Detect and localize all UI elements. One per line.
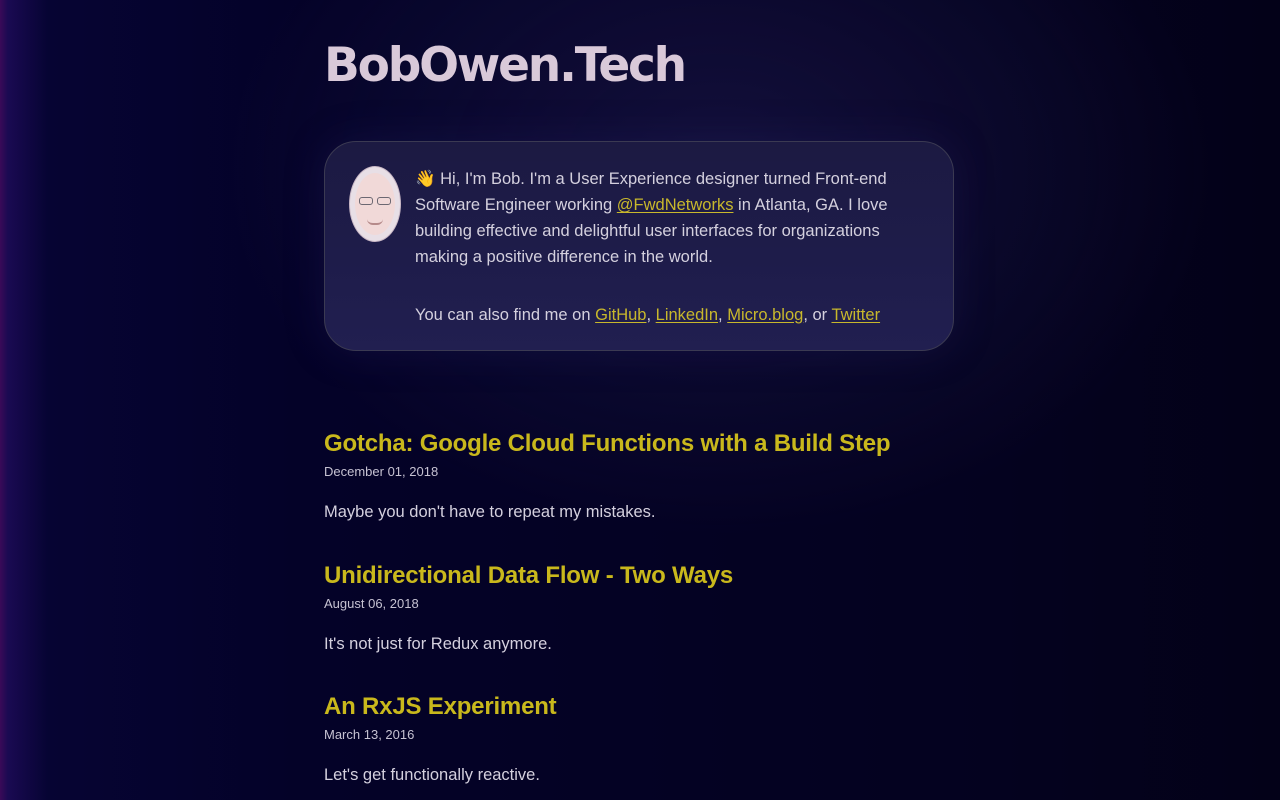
post-list: Gotcha: Google Cloud Functions with a Bu… [324,428,964,800]
post-summary: It's not just for Redux anymore. [324,634,552,653]
social-links: You can also find me on GitHub, LinkedIn… [415,302,937,328]
company-link[interactable]: @FwdNetworks [617,196,734,214]
post-title-link[interactable]: An RxJS Experiment [324,691,964,723]
glasses-right-lens [377,197,391,205]
post-item: Unidirectional Data Flow - Two Ways Augu… [324,560,964,692]
find-me-prefix: You can also find me on [415,306,596,324]
avatar [349,166,401,242]
intro-text: 👋 Hi, I'm Bob. I'm a User Experience des… [415,166,937,328]
post-item: Gotcha: Google Cloud Functions with a Bu… [324,428,964,560]
site-title[interactable]: BobOwen.Tech [324,38,687,93]
wave-icon: 👋 [415,170,436,188]
github-link[interactable]: GitHub [595,306,646,324]
intro-bio: 👋 Hi, I'm Bob. I'm a User Experience des… [415,166,937,270]
intro-card: 👋 Hi, I'm Bob. I'm a User Experience des… [324,141,954,351]
separator: , [718,306,728,324]
twitter-link[interactable]: Twitter [831,306,880,324]
post-date: December 01, 2018 [324,464,439,479]
post-title-link[interactable]: Gotcha: Google Cloud Functions with a Bu… [324,428,964,460]
post-summary: Let's get functionally reactive. [324,766,540,784]
linkedin-link[interactable]: LinkedIn [656,306,718,324]
separator: , or [803,306,832,324]
microblog-link[interactable]: Micro.blog [727,306,803,324]
glasses-left-lens [359,197,373,205]
post-date: March 13, 2016 [324,727,415,742]
post-date: August 06, 2018 [324,595,419,611]
post-title-link[interactable]: Unidirectional Data Flow - Two Ways [324,560,964,592]
post-item: An RxJS Experiment March 13, 2016 Let's … [324,691,964,800]
separator: , [646,306,656,324]
post-summary: Maybe you don't have to repeat my mistak… [324,503,656,521]
